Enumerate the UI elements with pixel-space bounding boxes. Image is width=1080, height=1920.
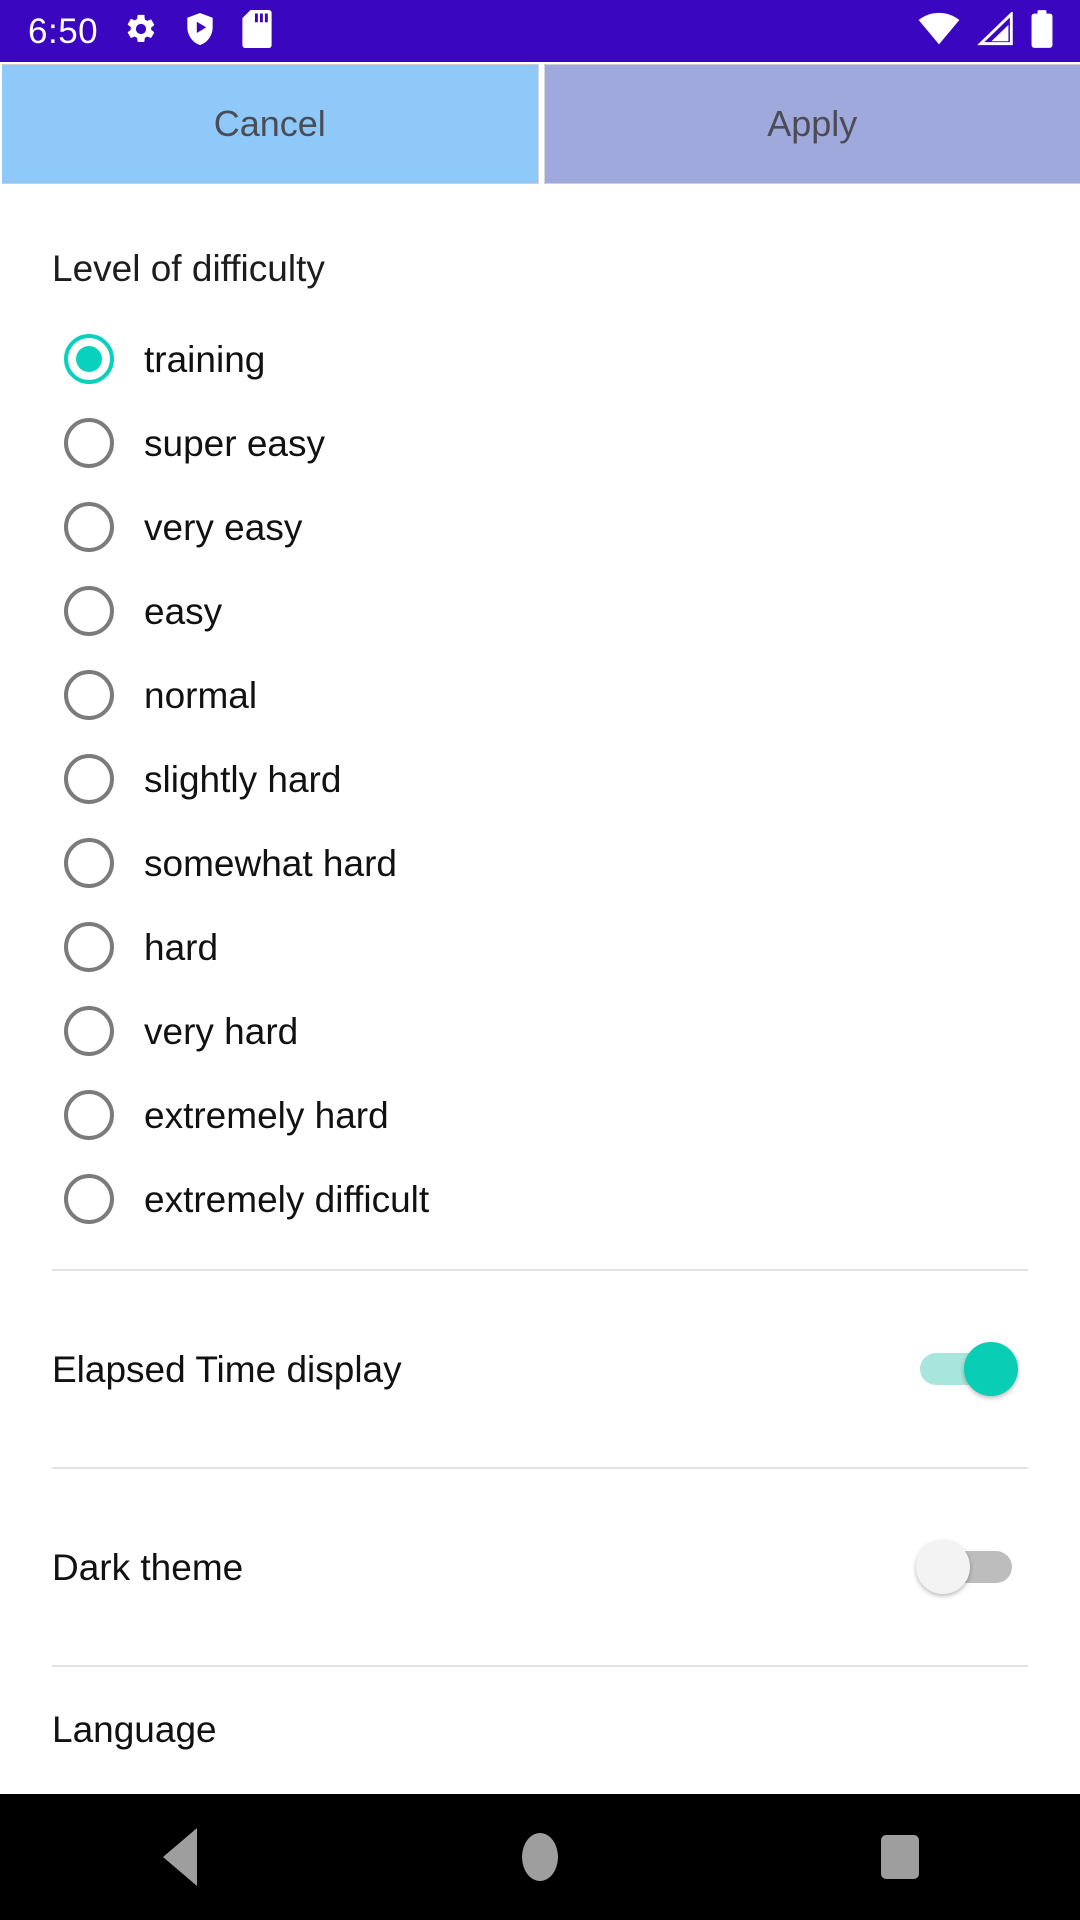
gear-icon: [124, 12, 158, 51]
status-bar-clock: 6:50: [28, 11, 99, 51]
dark-theme-label: Dark theme: [52, 1546, 244, 1588]
radio-option-label: somewhat hard: [144, 842, 397, 884]
dark-theme-row[interactable]: Dark theme: [0, 1469, 1080, 1665]
radio-option-label: super easy: [144, 422, 325, 464]
radio-option-label: extremely hard: [144, 1094, 389, 1136]
language-label: Language: [52, 1709, 217, 1750]
shield-play-icon: [184, 11, 216, 52]
difficulty-section-title: Level of difficulty: [52, 248, 325, 289]
radio-option-label: very easy: [144, 506, 303, 548]
recents-square-icon: [881, 1835, 919, 1879]
radio-option-label: extremely difficult: [144, 1178, 430, 1220]
radio-button-icon: [64, 586, 114, 636]
android-navigation-bar: [0, 1794, 1080, 1920]
status-bar-right-group: [918, 0, 1054, 62]
dark-theme-toggle[interactable]: [916, 1536, 1018, 1598]
status-bar: 6:50: [0, 0, 1080, 62]
radio-option-normal[interactable]: normal: [0, 653, 1080, 737]
apply-button-label: Apply: [767, 103, 858, 144]
elapsed-time-toggle[interactable]: [916, 1338, 1018, 1400]
radio-option-label: normal: [144, 674, 258, 716]
nav-home-button[interactable]: [470, 1794, 610, 1920]
radio-option-training[interactable]: training: [0, 317, 1080, 401]
radio-button-icon: [64, 418, 114, 468]
difficulty-radio-group: training super easy very easy easy norma…: [0, 287, 1080, 1241]
toggle-thumb: [964, 1342, 1018, 1396]
radio-option-easy[interactable]: easy: [0, 569, 1080, 653]
radio-option-super-easy[interactable]: super easy: [0, 401, 1080, 485]
radio-option-very-hard[interactable]: very hard: [0, 989, 1080, 1073]
sd-card-icon: [242, 9, 272, 53]
radio-button-icon: [64, 334, 114, 384]
battery-icon: [1030, 9, 1054, 53]
back-triangle-icon: [163, 1828, 197, 1886]
radio-button-icon: [64, 1174, 114, 1224]
radio-option-extremely-hard[interactable]: extremely hard: [0, 1073, 1080, 1157]
radio-option-label: hard: [144, 926, 219, 968]
nav-recents-button[interactable]: [830, 1794, 970, 1920]
radio-option-slightly-hard[interactable]: slightly hard: [0, 737, 1080, 821]
radio-option-very-easy[interactable]: very easy: [0, 485, 1080, 569]
radio-button-icon: [64, 1006, 114, 1056]
elapsed-time-row[interactable]: Elapsed Time display: [0, 1271, 1080, 1467]
status-bar-left-group: 6:50: [28, 9, 272, 53]
toggle-thumb: [916, 1540, 970, 1594]
settings-content: Level of difficulty training super easy …: [0, 188, 1080, 1920]
radio-option-hard[interactable]: hard: [0, 905, 1080, 989]
radio-option-label: very hard: [144, 1010, 299, 1052]
radio-option-label: training: [144, 338, 266, 380]
home-circle-icon: [522, 1833, 558, 1881]
radio-button-icon: [64, 838, 114, 888]
dialog-action-bar: Cancel Apply: [0, 62, 1080, 188]
radio-button-icon: [64, 1090, 114, 1140]
cellular-signal-icon: [976, 10, 1014, 51]
wifi-icon: [918, 12, 960, 51]
nav-back-button[interactable]: [110, 1794, 250, 1920]
radio-option-somewhat-hard[interactable]: somewhat hard: [0, 821, 1080, 905]
radio-option-label: slightly hard: [144, 758, 342, 800]
cancel-button-label: Cancel: [213, 103, 326, 144]
radio-button-icon: [64, 754, 114, 804]
radio-option-label: easy: [144, 590, 223, 632]
apply-button[interactable]: Apply: [543, 64, 1080, 184]
radio-button-icon: [64, 922, 114, 972]
phone-screen: 6:50 Cancel Apply Level of difficulty tr…: [0, 0, 1080, 1920]
radio-option-extremely-difficult[interactable]: extremely difficult: [0, 1157, 1080, 1241]
cancel-button[interactable]: Cancel: [2, 64, 539, 184]
language-row[interactable]: Language: [0, 1667, 1080, 1787]
radio-button-icon: [64, 502, 114, 552]
radio-button-icon: [64, 670, 114, 720]
elapsed-time-label: Elapsed Time display: [52, 1348, 402, 1390]
